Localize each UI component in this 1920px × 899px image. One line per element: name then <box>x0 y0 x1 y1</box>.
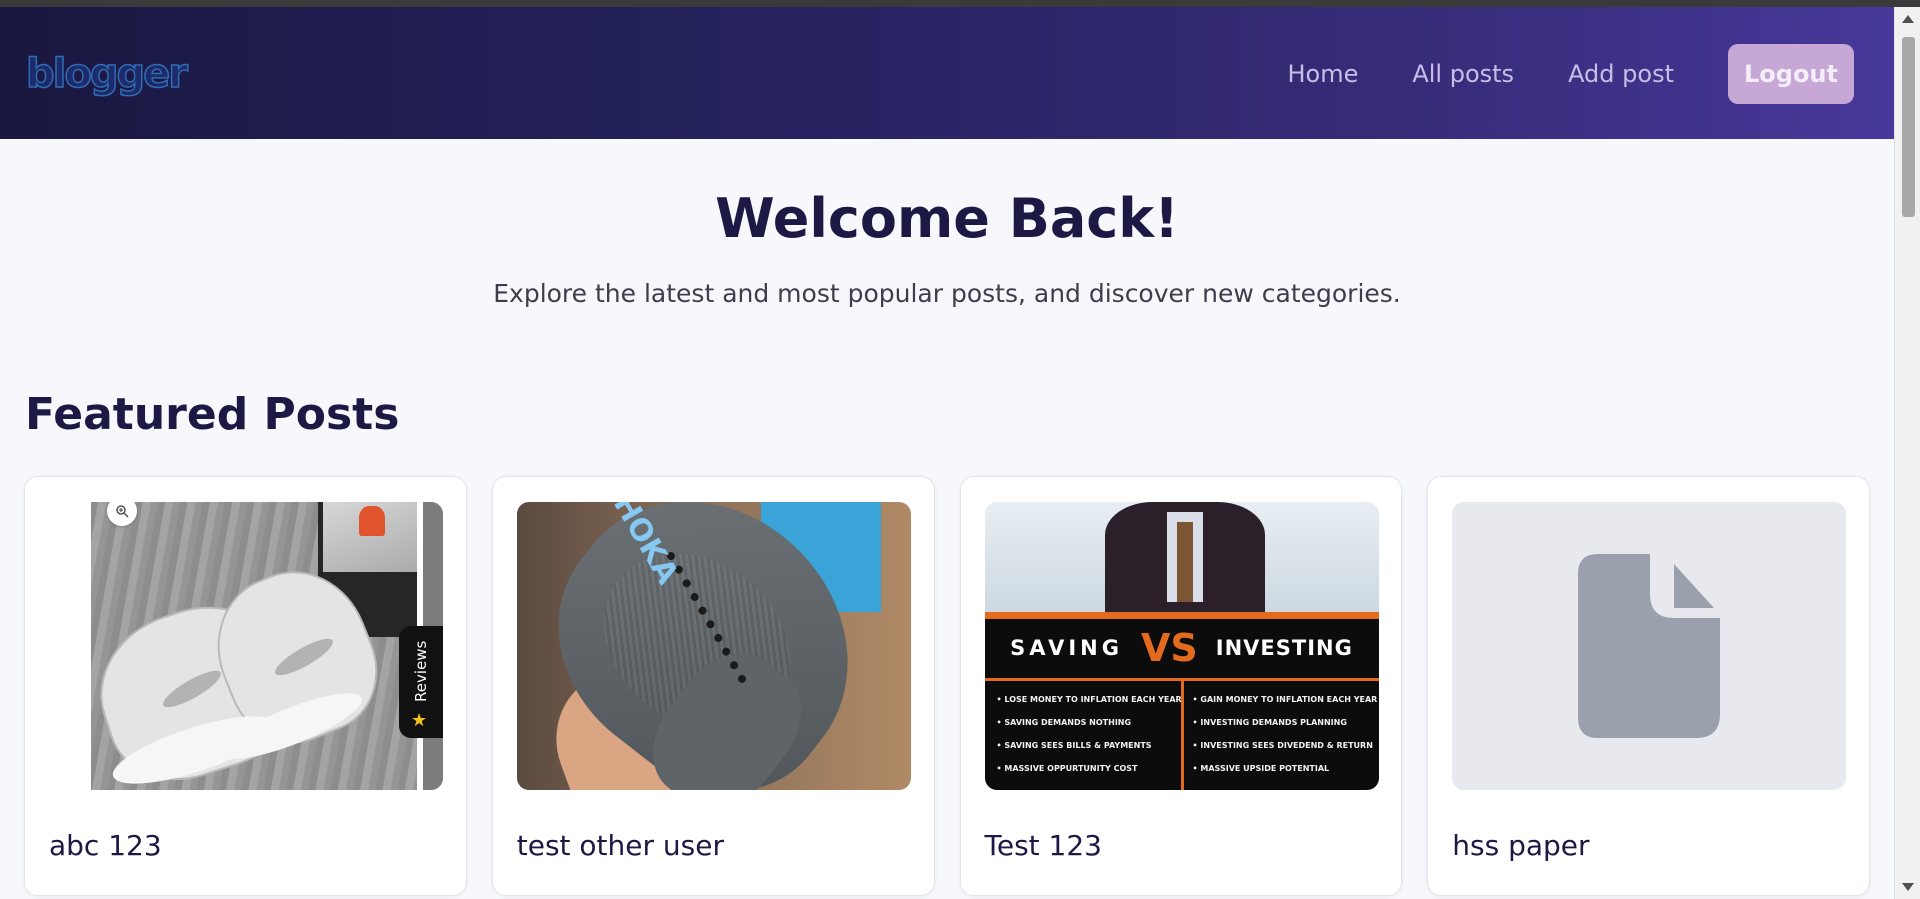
logout-button[interactable]: Logout <box>1728 44 1854 104</box>
graphic-point: • SAVING DEMANDS NOTHING <box>996 718 1132 727</box>
graphic-left-points: • LOSE MONEY TO INFLATION EACH YEAR • SA… <box>997 688 1187 780</box>
graphic-point: • SAVING SEES BILLS & PAYMENTS <box>996 741 1152 750</box>
site-logo[interactable]: blogger <box>25 50 188 98</box>
graphic-point: • INVESTING SEES DIVEDEND & RETURN <box>1192 741 1373 750</box>
post-card[interactable]: SAVING VS INVESTING • LOSE MONEY TO INFL… <box>959 476 1403 896</box>
graphic-right-heading: INVESTING <box>1215 636 1353 660</box>
hero-subtitle: Explore the latest and most popular post… <box>493 279 1401 308</box>
post-image-sneakers[interactable]: Reviews ★ <box>49 502 443 790</box>
nav-link-add-post[interactable]: Add post <box>1568 60 1674 88</box>
reviews-tab[interactable]: Reviews ★ <box>399 626 443 738</box>
scroll-down-icon[interactable] <box>1895 877 1920 897</box>
brand-logo-mark <box>359 506 385 536</box>
graphic-point: • GAIN MONEY TO INFLATION EACH YEAR <box>1192 695 1378 704</box>
nav-links: Home All posts Add post Logout <box>1287 44 1854 104</box>
businessman-tie <box>1176 522 1193 602</box>
scroll-up-icon[interactable] <box>1895 9 1920 29</box>
vertical-scrollbar[interactable] <box>1894 7 1920 899</box>
graphic-point: • LOSE MONEY TO INFLATION EACH YEAR <box>996 695 1182 704</box>
window-top-strip <box>0 0 1920 7</box>
post-card[interactable]: hss paper <box>1427 476 1870 896</box>
post-title[interactable]: abc 123 <box>49 829 162 862</box>
graphic-point: • INVESTING DEMANDS PLANNING <box>1192 718 1347 727</box>
scrollbar-thumb[interactable] <box>1902 37 1915 217</box>
navbar: blogger Home All posts Add post Logout <box>0 7 1894 139</box>
star-icon: ★ <box>411 710 428 731</box>
page-viewport: blogger Home All posts Add post Logout W… <box>0 7 1894 899</box>
graphic-point: • MASSIVE OPPURTUNITY COST <box>996 764 1138 773</box>
post-title[interactable]: Test 123 <box>985 829 1102 862</box>
document-placeholder-icon <box>1578 554 1721 738</box>
nav-link-all-posts[interactable]: All posts <box>1412 60 1514 88</box>
graphic-right-points: • GAIN MONEY TO INFLATION EACH YEAR • IN… <box>1193 688 1379 780</box>
graphic-orange-bar <box>984 612 1379 619</box>
graphic-point: • MASSIVE UPSIDE POTENTIAL <box>1192 764 1330 773</box>
hero-title: Welcome Back! <box>715 187 1179 250</box>
post-image-saving-vs-investing[interactable]: SAVING VS INVESTING • LOSE MONEY TO INFL… <box>984 502 1379 790</box>
featured-posts-heading: Featured Posts <box>25 389 400 440</box>
graphic-vs: VS <box>1141 626 1198 670</box>
graphic-headline: SAVING VS INVESTING <box>985 626 1379 670</box>
post-image-placeholder[interactable] <box>1452 502 1847 790</box>
post-title[interactable]: hss paper <box>1452 829 1589 862</box>
post-card[interactable]: Reviews ★ abc 123 <box>24 476 467 896</box>
featured-posts-grid: Reviews ★ abc 123 HOKA test other user S… <box>24 476 1870 896</box>
graphic-left-heading: SAVING <box>1010 636 1123 660</box>
post-title[interactable]: test other user <box>517 829 724 862</box>
post-image-running-shoe[interactable]: HOKA <box>516 502 911 790</box>
post-card[interactable]: HOKA test other user <box>491 476 935 896</box>
reviews-label: Reviews <box>412 640 430 702</box>
nav-link-home[interactable]: Home <box>1287 60 1358 88</box>
